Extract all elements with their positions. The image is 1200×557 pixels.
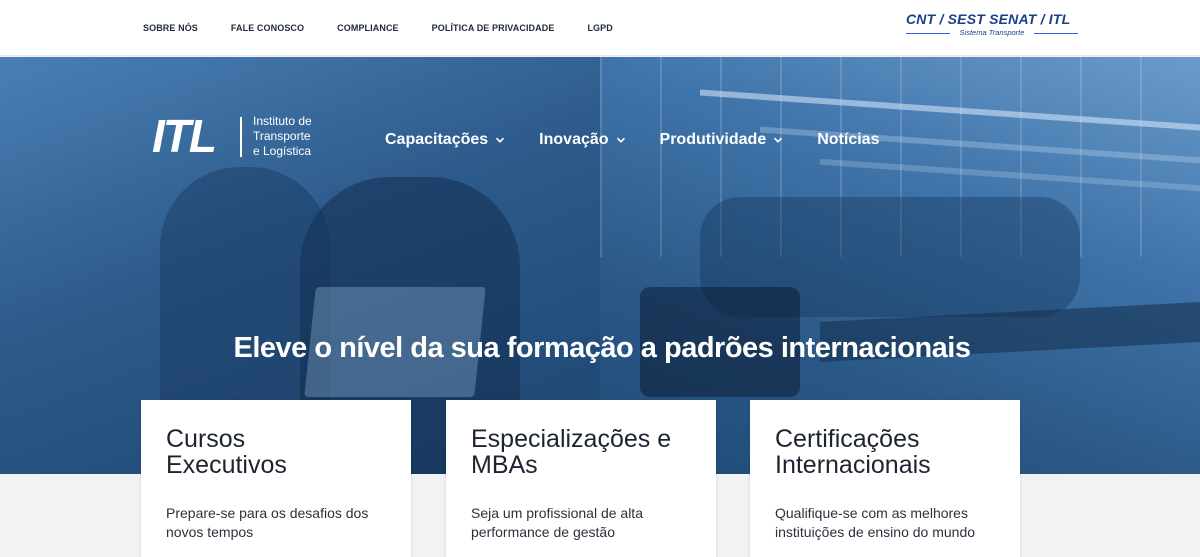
card-description: Prepare-se para os desafios dos novos te… [166,505,369,540]
main-navigation: Capacitações Inovação Produtividade Notí… [385,131,913,149]
card-description: Qualifique-se com as melhores instituiçõ… [775,505,976,540]
system-brand-logo[interactable]: CNT / SEST SENAT / ITL Sistema Transport… [906,11,1078,39]
nav-item-capacitacoes[interactable]: Capacitações [385,131,505,149]
nav-item-label: Produtividade [659,131,767,148]
nav-item-noticias[interactable]: Notícias [817,131,879,149]
card-cursos-executivos[interactable]: Cursos Executivos Prepare-se para os des… [141,400,411,557]
brand-line-right [1034,33,1078,34]
card-title: Especializações e MBAs [471,425,672,479]
card-especializacoes-mbas[interactable]: Especializações e MBAs Seja um profissio… [446,400,716,557]
link-compliance[interactable]: COMPLIANCE [337,23,399,33]
nav-item-label: Capacitações [385,131,489,148]
nav-item-produtividade[interactable]: Produtividade [660,131,784,149]
nav-item-inovacao[interactable]: Inovação [539,131,625,149]
link-fale-conosco[interactable]: FALE CONOSCO [231,23,304,33]
utility-links: SOBRE NÓS FALE CONOSCO COMPLIANCE POLÍTI… [143,23,646,33]
itl-logo[interactable]: ITL Instituto de Transporte e Logística [152,113,322,163]
chevron-down-icon [496,137,505,143]
card-description: Seja um profissional de alta performance… [471,505,643,540]
link-politica-de-privacidade[interactable]: POLÍTICA DE PRIVACIDADE [432,23,555,33]
link-lgpd[interactable]: LGPD [587,23,612,33]
link-sobre-nos[interactable]: SOBRE NÓS [143,23,198,33]
card-title: Certificações Internacionais [775,425,931,479]
nav-item-label: Notícias [817,131,880,148]
itl-logo-mark: ITL [152,110,217,162]
card-title: Cursos Executivos [166,425,287,479]
card-certificacoes-internacionais[interactable]: Certificações Internacionais Qualifique-… [750,400,1020,557]
top-utility-bar: SOBRE NÓS FALE CONOSCO COMPLIANCE POLÍTI… [0,0,1200,56]
chevron-down-icon [616,137,625,143]
logo-divider [240,117,242,157]
system-brand-title: CNT / SEST SENAT / ITL [906,11,1071,27]
itl-logo-tagline: Instituto de Transporte e Logística [253,114,312,158]
chevron-down-icon [774,137,783,143]
nav-item-label: Inovação [539,131,609,148]
hero-headline: Eleve o nível da sua formação a padrões … [233,332,971,364]
